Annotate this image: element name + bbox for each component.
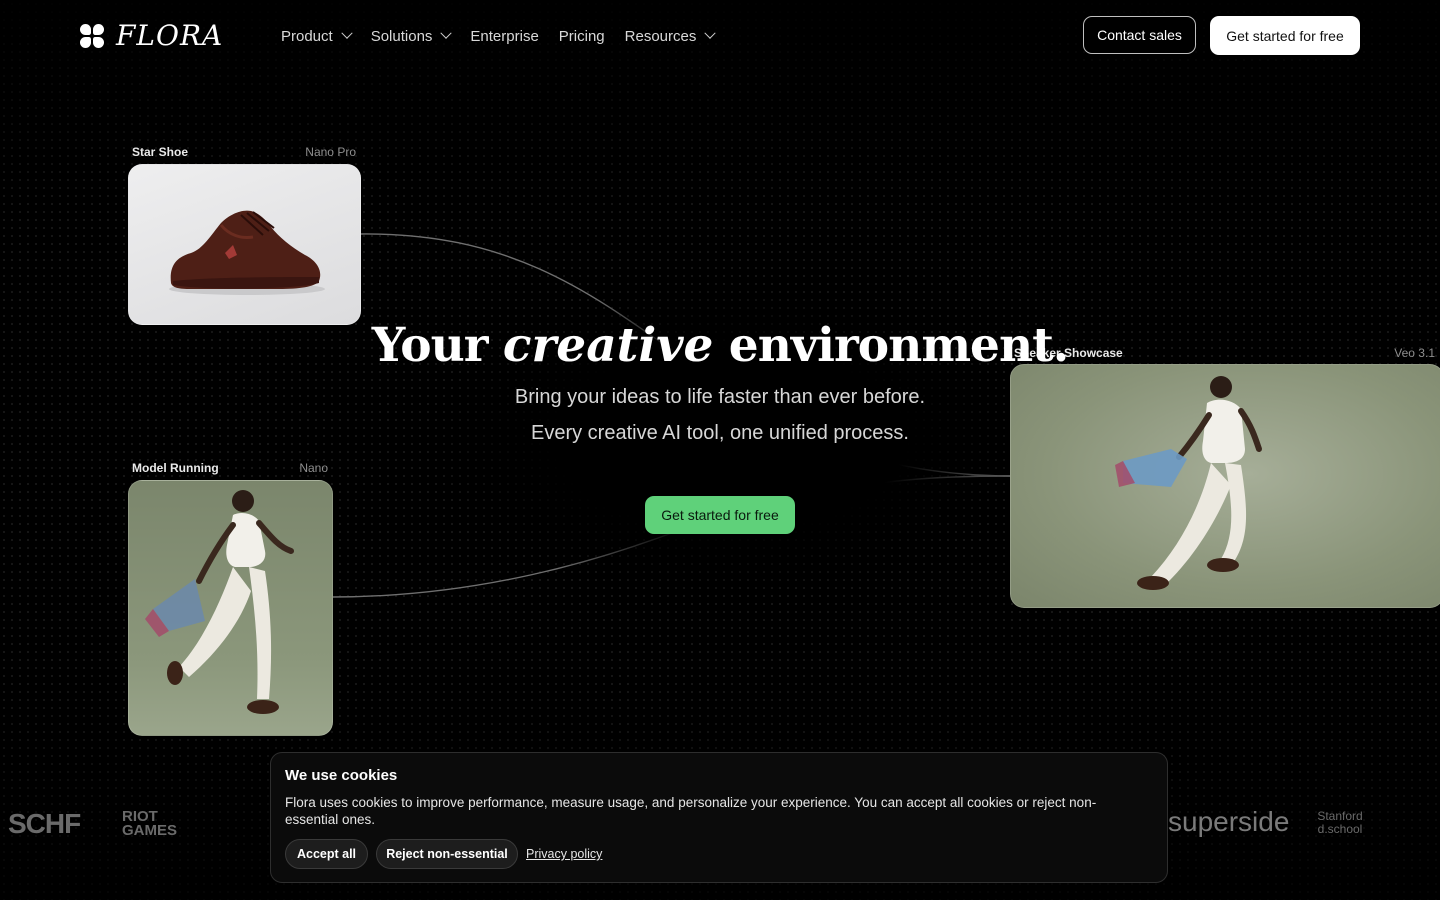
top-navigation: FLORA Product Solutions Enterprise Prici… [0, 0, 1440, 72]
cookie-title: We use cookies [285, 767, 398, 784]
hero-title-start: Your [371, 318, 489, 373]
nav-item-label: Resources [624, 27, 697, 45]
logo-schf: SCHF [8, 808, 81, 839]
nav-item-label: Solutions [370, 27, 433, 45]
privacy-policy-link[interactable]: Privacy policy [526, 847, 602, 861]
cookie-consent-banner: We use cookies Flora uses cookies to imp… [270, 752, 1168, 883]
nav-item-label: Pricing [558, 27, 605, 45]
card-model-star-shoe: Nano Pro [305, 145, 356, 159]
brand-wordmark: FLORA [116, 19, 224, 52]
hero-title-emphasis: creative [502, 318, 714, 373]
nav-item-pricing[interactable]: Pricing [559, 26, 605, 46]
hero-subtitle-line-1: Bring your ideas to life faster than eve… [514, 386, 926, 408]
nav-item-product[interactable]: Product [281, 26, 353, 46]
logo-stanford-dschool: Stanford d.school [1317, 809, 1363, 836]
nav-item-label: Enterprise [470, 27, 539, 45]
nav-item-label: Product [281, 27, 333, 45]
chevron-down-icon [440, 27, 453, 39]
reject-cookies-button[interactable]: Reject non-essential [376, 839, 518, 869]
flora-logo-icon [80, 24, 104, 48]
chevron-down-icon [704, 27, 717, 39]
star-shoe-image-node[interactable] [128, 164, 361, 325]
logo-superside: superside [1168, 806, 1290, 837]
hero-get-started-button[interactable]: Get started for free [645, 496, 795, 534]
contact-sales-button[interactable]: Contact sales [1083, 16, 1196, 54]
brand-logo[interactable]: FLORA [80, 22, 223, 50]
runner-image [145, 490, 294, 714]
hero-title-end: environment. [728, 318, 1069, 373]
card-title-star-shoe: Star Shoe [132, 145, 189, 159]
logo-riot-games: RIOT GAMES [122, 808, 178, 839]
hero-title: Your creative environment. [0, 318, 1440, 373]
card-title-model-running: Model Running [132, 461, 219, 475]
hero-subtitle-line-2: Every creative AI tool, one unified proc… [531, 422, 909, 444]
model-running-image-node[interactable] [128, 480, 333, 736]
main-menu: Product Solutions Enterprise Pricing Res… [281, 26, 717, 46]
nav-item-resources[interactable]: Resources [624, 26, 717, 46]
get-started-button[interactable]: Get started for free [1210, 16, 1360, 55]
cookie-description: Flora uses cookies to improve performanc… [285, 795, 1097, 827]
nav-item-solutions[interactable]: Solutions [370, 26, 453, 46]
chevron-down-icon [341, 27, 353, 39]
shoe-image [169, 210, 325, 295]
card-model-model-running: Nano [299, 461, 328, 475]
nav-item-enterprise[interactable]: Enterprise [470, 26, 538, 46]
accept-cookies-button[interactable]: Accept all [285, 839, 368, 869]
